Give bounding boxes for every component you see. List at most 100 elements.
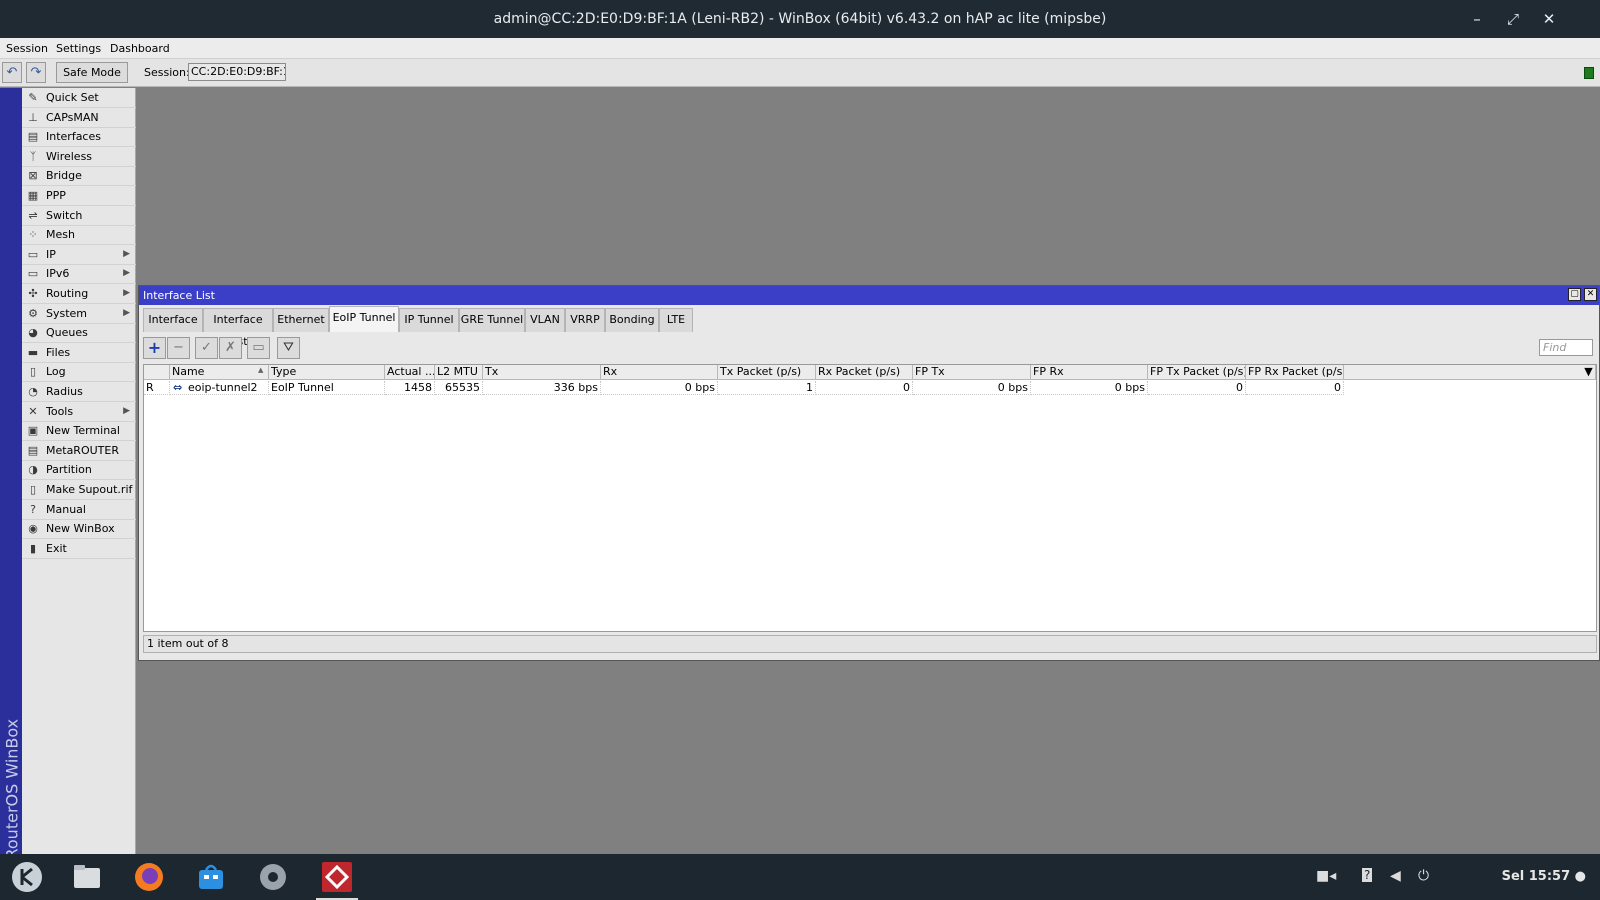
power-icon[interactable]: ⏻ (1418, 868, 1429, 884)
restore-window-icon[interactable]: ▢ (1568, 288, 1581, 301)
tab-interface-list[interactable]: Interface List (203, 308, 273, 348)
sidebar-item-tools[interactable]: ✕ Tools ▶ (22, 402, 136, 422)
tab-vlan[interactable]: VLAN (525, 308, 565, 332)
table-cell-rx[interactable]: 0 bps (601, 381, 718, 395)
sidebar-item-capsman[interactable]: ⊥ CAPsMAN (22, 108, 136, 128)
column-header-l2mtu[interactable]: L2 MTU (435, 365, 483, 380)
column-header-tx_pps[interactable]: Tx Packet (p/s) (718, 365, 816, 380)
sidebar-item-manual[interactable]: ? Manual (22, 500, 136, 520)
table-cell-type[interactable]: EoIP Tunnel (269, 381, 385, 395)
interface-list-window: Interface List ▢ ✕ Interface Interface L… (138, 285, 1600, 661)
column-header-fp_rx_pps[interactable]: FP Rx Packet (p/s) (1246, 365, 1344, 380)
sidebar-item-wireless[interactable]: ᛉ Wireless (22, 147, 136, 167)
comment-icon[interactable]: ▭ (247, 337, 270, 359)
sidebar-item-new-terminal[interactable]: ▣ New Terminal (22, 421, 136, 442)
system-gear-icon: ⚙ (28, 306, 38, 320)
sidebar-item-ppp[interactable]: ▦ PPP (22, 186, 136, 206)
sidebar-item-make-supout-rif[interactable]: ▯ Make Supout.rif (22, 480, 136, 500)
table-cell-fp_rx_pps[interactable]: 0 (1246, 381, 1344, 395)
column-header-name[interactable]: Name (170, 365, 269, 380)
sidebar-item-routing[interactable]: ✣ Routing ▶ (22, 284, 136, 304)
sort-ascending-icon: ▲ (258, 366, 264, 374)
table-cell-tx_pps[interactable]: 1 (718, 381, 816, 395)
winbox-app-icon[interactable] (316, 860, 358, 900)
maximize-button[interactable]: ⤢ (1502, 8, 1524, 30)
column-header-rx[interactable]: Rx (601, 365, 718, 380)
menu-session[interactable]: Session (6, 42, 48, 55)
column-menu-icon[interactable]: ▼ (1580, 365, 1596, 380)
undo-button[interactable]: ↶ (2, 62, 22, 83)
sidebar-item-bridge[interactable]: ⊠ Bridge (22, 166, 136, 187)
table-cell-tx[interactable]: 336 bps (483, 381, 601, 395)
column-header-tx[interactable]: Tx (483, 365, 601, 380)
minimize-button[interactable]: – (1466, 8, 1488, 30)
manual-help-icon: ? (30, 502, 36, 516)
column-header-fp_rx[interactable]: FP Rx (1031, 365, 1148, 380)
sidebar-item-log[interactable]: ▯ Log (22, 362, 136, 383)
table-cell-fp_tx_pps[interactable]: 0 (1148, 381, 1246, 395)
add-icon[interactable]: + (143, 337, 166, 359)
sidebar-item-ipv6[interactable]: ▭ IPv6 ▶ (22, 264, 136, 285)
sidebar-item-files[interactable]: ▬ Files (22, 343, 136, 363)
metarouter-icon: ▤ (27, 443, 39, 457)
store-icon[interactable] (194, 860, 228, 894)
tab-ethernet[interactable]: Ethernet (273, 308, 329, 332)
filter-funnel-icon[interactable]: ⛛ (277, 337, 300, 359)
disable-x-icon[interactable]: ✗ (219, 337, 242, 359)
interfaces-icon: ▤ (27, 130, 39, 144)
close-button[interactable]: ✕ (1538, 8, 1560, 30)
redo-button[interactable]: ↷ (26, 62, 46, 83)
tab-ip-tunnel[interactable]: IP Tunnel (399, 308, 459, 332)
column-header-flag[interactable] (144, 365, 170, 380)
sidebar-item-radius[interactable]: ◔ Radius (22, 382, 136, 402)
close-window-icon[interactable]: ✕ (1584, 288, 1597, 301)
sidebar-item-new-winbox[interactable]: ◉ New WinBox (22, 519, 136, 540)
table-cell-fp_tx[interactable]: 0 bps (913, 381, 1031, 395)
sidebar-item-switch[interactable]: ⇌ Switch (22, 206, 136, 226)
sidebar-item-queues[interactable]: ◕ Queues (22, 323, 136, 344)
safe-mode-button[interactable]: Safe Mode (56, 62, 128, 83)
tab-lte[interactable]: LTE (659, 308, 693, 332)
tab-eoip-tunnel[interactable]: EoIP Tunnel (329, 306, 399, 332)
sidebar-item-label: Mesh (46, 228, 75, 242)
find-input[interactable]: Find (1539, 339, 1593, 356)
table-cell-fp_rx[interactable]: 0 bps (1031, 381, 1148, 395)
sidebar-item-quick-set[interactable]: ✎ Quick Set (22, 88, 136, 108)
tab-gre-tunnel[interactable]: GRE Tunnel (459, 308, 525, 332)
column-header-rx_pps[interactable]: Rx Packet (p/s) (816, 365, 913, 380)
session-input[interactable]: CC:2D:E0:D9:BF:1A (188, 63, 286, 81)
enable-check-icon[interactable]: ✓ (195, 337, 218, 359)
sidebar-item-label: MetaROUTER (46, 443, 119, 457)
tunnel-interface-icon: ⇔ (173, 381, 183, 394)
table-cell-l2mtu[interactable]: 65535 (435, 381, 483, 395)
table-cell-actual_mtu[interactable]: 1458 (385, 381, 435, 395)
menu-dashboard[interactable]: Dashboard (110, 42, 170, 55)
files-icon[interactable] (70, 860, 104, 894)
remove-icon[interactable]: − (167, 337, 190, 359)
tab-vrrp[interactable]: VRRP (565, 308, 605, 332)
sidebar-item-interfaces[interactable]: ▤ Interfaces (22, 127, 136, 148)
sidebar-item-system[interactable]: ⚙ System ▶ (22, 304, 136, 324)
launcher-icon[interactable] (10, 860, 44, 894)
table-cell-rx_pps[interactable]: 0 (816, 381, 913, 395)
sidebar-item-exit[interactable]: ▮ Exit (22, 539, 136, 559)
sidebar-item-metarouter[interactable]: ▤ MetaROUTER (22, 441, 136, 461)
sidebar-item-mesh[interactable]: ⁘ Mesh (22, 225, 136, 246)
column-header-actual_mtu[interactable]: Actual ... (385, 365, 435, 380)
side-brand-strip: RouterOS WinBox (0, 88, 22, 860)
volume-icon[interactable]: ◀ (1390, 868, 1401, 884)
table-cell-name[interactable]: ⇔ eoip-tunnel2 (170, 381, 269, 395)
settings-icon[interactable] (256, 860, 290, 894)
firefox-icon[interactable] (132, 860, 166, 894)
tab-interface[interactable]: Interface (143, 308, 203, 332)
column-header-fp_tx_pps[interactable]: FP Tx Packet (p/s) (1148, 365, 1246, 380)
column-header-type[interactable]: Type (269, 365, 385, 380)
table-cell-flag[interactable]: R (144, 381, 170, 395)
menu-settings[interactable]: Settings (56, 42, 101, 55)
sidebar-item-ip[interactable]: ▭ IP ▶ (22, 245, 136, 265)
column-header-fp_tx[interactable]: FP Tx (913, 365, 1031, 380)
tab-bonding[interactable]: Bonding (605, 308, 659, 332)
camera-icon[interactable]: ■◂ (1316, 868, 1336, 884)
help-tray-icon[interactable]: ? (1362, 868, 1373, 882)
sidebar-item-partition[interactable]: ◑ Partition (22, 460, 136, 481)
